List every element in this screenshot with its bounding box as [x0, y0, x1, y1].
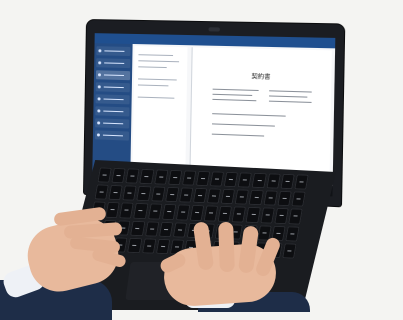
key	[231, 206, 247, 223]
sidebar-item-active	[95, 70, 131, 81]
key	[150, 186, 166, 203]
key	[181, 170, 197, 186]
key	[130, 220, 146, 237]
sidebar-item	[95, 82, 130, 93]
right-finger	[218, 221, 235, 273]
document-title: 契約書	[251, 73, 271, 82]
key	[125, 168, 141, 184]
app-sidebar	[92, 43, 133, 177]
key	[175, 204, 191, 221]
key	[111, 167, 127, 184]
key	[279, 173, 295, 190]
key	[153, 169, 169, 185]
app-brand	[97, 33, 131, 34]
key	[192, 187, 208, 204]
webcam-icon	[208, 27, 220, 32]
key	[158, 221, 174, 238]
key	[248, 189, 264, 206]
key	[178, 187, 194, 204]
key	[217, 206, 233, 222]
sidebar-item	[96, 58, 131, 69]
key	[220, 188, 236, 205]
sidebar-item	[94, 130, 130, 141]
key	[97, 167, 113, 183]
document-list-panel	[132, 46, 188, 175]
key	[203, 205, 219, 222]
key	[251, 172, 267, 189]
document-viewer: 契約書	[189, 47, 332, 181]
sidebar-item	[95, 106, 130, 117]
sidebar-item	[95, 118, 130, 129]
key	[147, 203, 163, 220]
key	[223, 171, 239, 188]
key	[234, 189, 250, 206]
key	[94, 184, 109, 201]
key	[209, 171, 225, 187]
key	[245, 207, 261, 223]
key	[273, 208, 289, 224]
key	[108, 185, 124, 201]
key	[276, 190, 292, 207]
key	[259, 207, 275, 224]
key	[119, 202, 135, 219]
sidebar-item	[95, 94, 130, 105]
key	[105, 202, 121, 218]
key	[144, 220, 160, 237]
key	[265, 173, 281, 189]
key	[161, 204, 177, 220]
key	[139, 168, 155, 185]
key	[133, 203, 149, 219]
key	[262, 190, 278, 207]
key	[155, 238, 171, 255]
key	[164, 187, 180, 203]
key	[189, 205, 205, 221]
key	[122, 185, 138, 202]
sidebar-item	[96, 46, 131, 57]
key	[237, 172, 253, 188]
key	[167, 169, 183, 186]
key	[136, 186, 152, 202]
key	[127, 237, 143, 254]
key	[172, 221, 188, 238]
key	[195, 170, 211, 187]
key	[206, 188, 222, 205]
photo-scene: 契約書	[0, 0, 403, 320]
key	[141, 238, 157, 254]
